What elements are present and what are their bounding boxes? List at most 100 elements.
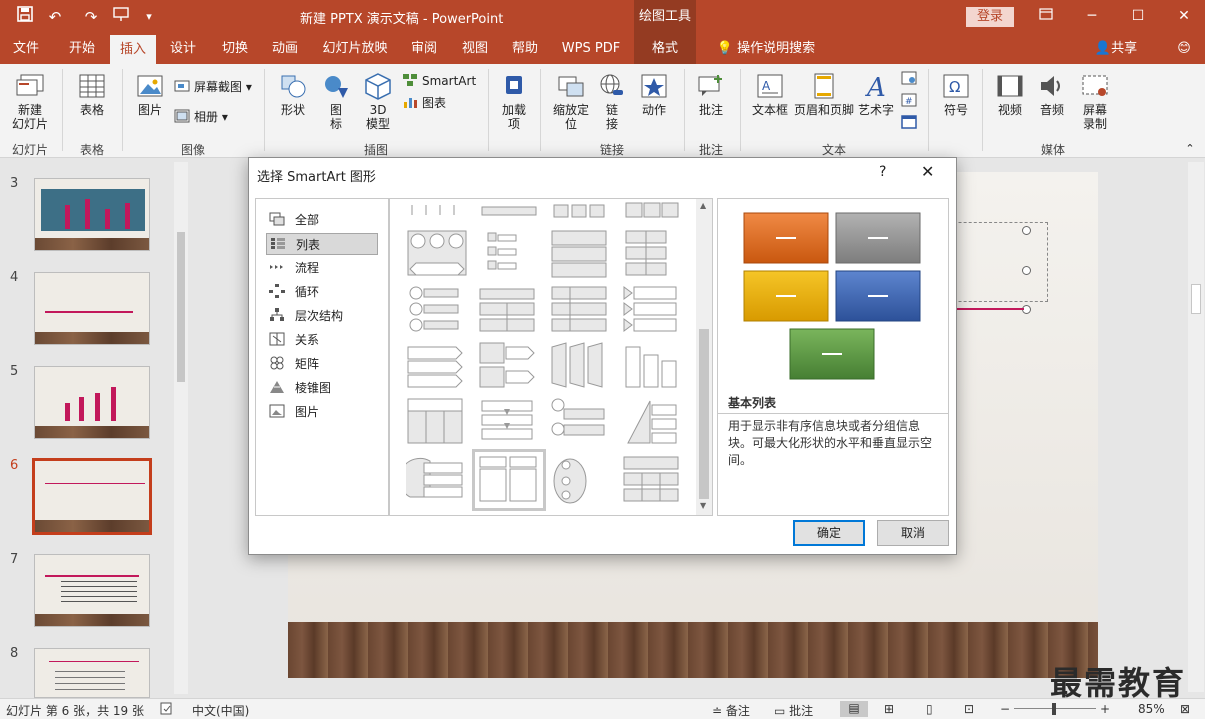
tab-animations[interactable]: 动画 [262,33,308,64]
resize-handle[interactable] [1022,226,1031,235]
slide-thumbnail[interactable] [34,648,150,698]
present-icon[interactable] [110,6,132,28]
slideshow-view-icon[interactable]: ⊡ [964,702,974,716]
layout-thumbnail[interactable] [550,198,612,219]
dialog-close-icon[interactable]: ✕ [921,162,934,181]
layout-thumbnail-selected[interactable] [472,449,546,511]
tab-format[interactable]: 格式 [634,33,696,64]
slide-thumbnail[interactable] [34,554,150,627]
maximize-icon[interactable]: ☐ [1124,4,1152,28]
chart-button[interactable]: 图表 [402,94,446,112]
addins-button[interactable]: 加载 项 [494,72,534,131]
layout-thumbnail[interactable] [622,455,684,505]
thumbnails-scrollbar[interactable] [174,162,188,694]
category-list-item[interactable]: 列表 [266,233,378,255]
datetime-button[interactable] [898,70,920,89]
smiley-icon[interactable]: 😊 [1170,33,1198,64]
collapse-ribbon-icon[interactable]: ⌃ [1182,142,1198,156]
layout-thumbnail[interactable] [550,341,612,391]
table-button[interactable]: 表格 [70,72,114,117]
layout-thumbnail[interactable] [550,397,612,447]
layout-thumbnail[interactable] [406,397,468,447]
resize-handle[interactable] [1022,266,1031,275]
layout-thumbnail[interactable] [622,198,684,219]
category-cycle[interactable]: 循环 [266,281,378,303]
layout-thumbnail[interactable] [622,341,684,391]
category-hierarchy[interactable]: 层次结构 [266,305,378,327]
layout-thumbnail[interactable] [406,285,468,335]
scrollbar-thumb[interactable] [1191,284,1201,314]
layout-thumbnail[interactable] [550,285,612,335]
zoom-out-icon[interactable]: − [1000,702,1010,716]
slide-number-button[interactable]: # [898,92,920,111]
layout-thumbnail[interactable] [550,229,612,279]
reading-view-icon[interactable]: ▯ [926,702,933,716]
comment-button[interactable]: 批注 [690,72,732,117]
tell-me-search[interactable]: 💡 操作说明搜索 [706,33,826,64]
slide-thumbnail-selected[interactable] [32,458,152,535]
tab-wps-pdf[interactable]: WPS PDF [558,33,624,64]
category-all[interactable]: 全部 [266,209,378,231]
tab-file[interactable]: 文件 [0,33,52,64]
zoom-level[interactable]: 85% [1138,702,1165,716]
zoom-slider-thumb[interactable] [1052,703,1056,715]
language-status[interactable]: 中文(中国) [192,702,249,719]
album-button[interactable]: 相册 ▾ [174,108,228,126]
layout-thumbnail[interactable] [622,397,684,447]
picture-button[interactable]: 图片 [130,72,170,117]
symbol-button[interactable]: Ω 符号 [936,72,976,117]
layout-thumbnail[interactable] [478,229,540,279]
smartart-button[interactable]: SmartArt [402,72,476,90]
layout-thumbnail[interactable] [408,198,470,219]
zoom-in-icon[interactable]: + [1100,702,1110,716]
layout-thumbnail[interactable] [406,455,468,505]
video-button[interactable]: 视频 [990,72,1030,117]
action-button[interactable]: 动作 [634,72,674,117]
icons-button[interactable]: 图 标 [318,72,354,131]
tab-slideshow[interactable]: 幻灯片放映 [318,33,392,64]
audio-button[interactable]: 音频 [1032,72,1072,117]
scroll-up-icon[interactable]: ▲ [700,201,706,210]
layout-thumbnail[interactable] [478,198,540,219]
normal-view-icon[interactable]: ▤ [840,701,868,717]
notes-button[interactable]: ≐ 备注 [712,702,750,719]
textbox-button[interactable]: A 文本框 [748,72,792,117]
save-icon[interactable] [14,6,36,28]
3d-models-button[interactable]: 3D 模型 [358,72,398,131]
tab-design[interactable]: 设计 [160,33,206,64]
scrollbar-thumb[interactable] [699,329,709,499]
redo-icon[interactable]: ↷ [80,6,102,28]
screenshot-button[interactable]: 屏幕截图 ▾ [174,78,252,96]
header-footer-button[interactable]: 页眉和页脚 [792,72,856,117]
screen-recording-button[interactable]: 屏幕 录制 [1074,72,1116,131]
comments-button[interactable]: ▭ 批注 [774,702,813,719]
layout-thumbnail[interactable] [406,229,468,279]
slide-thumbnail[interactable] [34,272,150,345]
scrollbar-thumb[interactable] [177,232,185,382]
scroll-down-icon[interactable]: ▼ [700,501,706,510]
layout-thumbnail[interactable] [478,285,540,335]
layout-thumbnail[interactable] [622,229,684,279]
tab-home[interactable]: 开始 [56,33,108,64]
layout-thumbnail[interactable] [406,341,468,391]
help-icon[interactable]: ? [879,164,886,180]
customize-qat-icon[interactable]: ▾ [138,6,160,28]
share-button[interactable]: 👤共享 [1090,33,1142,64]
category-picture[interactable]: 图片 [266,401,378,423]
layout-thumbnail[interactable] [622,285,684,335]
undo-icon[interactable]: ↶ [44,6,66,28]
minimize-icon[interactable]: ─ [1078,4,1106,28]
shapes-button[interactable]: 形状 [272,72,314,117]
slide-thumbnail[interactable] [34,366,150,439]
new-slide-button[interactable]: 新建 幻灯片 [6,72,54,131]
slide-thumbnail[interactable] [34,178,150,251]
wordart-button[interactable]: A 艺术字 [856,72,896,117]
layout-thumbnail[interactable] [478,341,540,391]
category-matrix[interactable]: 矩阵 [266,353,378,375]
object-button[interactable] [898,114,920,133]
link-button[interactable]: 链 接 [596,72,628,131]
login-button[interactable]: 登录 [966,7,1014,27]
accessibility-icon[interactable] [160,702,174,718]
cancel-button[interactable]: 取消 [877,520,949,546]
tab-insert[interactable]: 插入 [110,35,156,64]
